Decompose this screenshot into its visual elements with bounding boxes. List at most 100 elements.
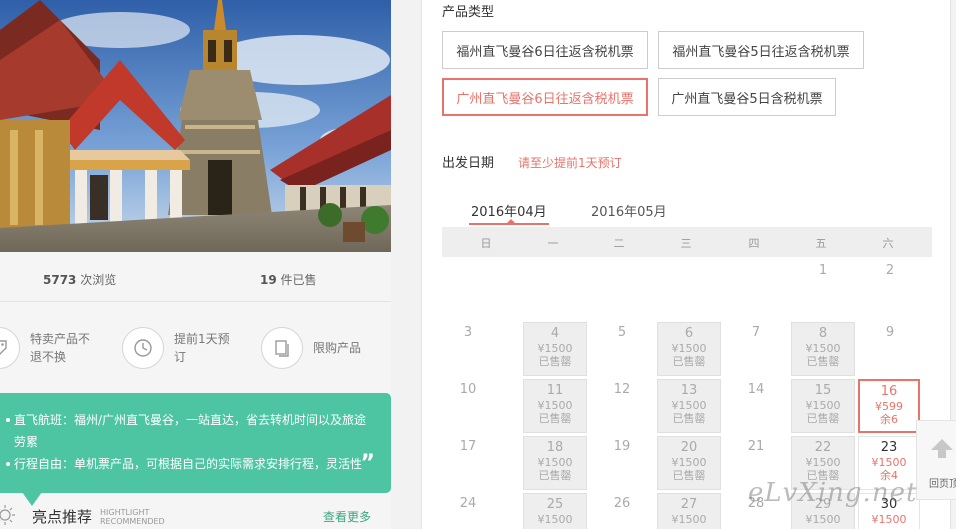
day-price: ¥1500 — [805, 342, 841, 355]
sun-icon — [0, 505, 15, 525]
product-type-title: 产品类型 — [442, 5, 495, 20]
day-price: ¥1500 — [671, 399, 707, 412]
active-month-underline — [469, 223, 549, 225]
weekday-header: 日 一 二 三 四 五 六 — [442, 227, 932, 257]
calendar-day-11: 11 ¥1500 已售罄 — [523, 379, 587, 433]
see-more-link[interactable]: 查看更多 — [323, 508, 371, 525]
day-stock: 已售罄 — [538, 469, 572, 482]
day-price: ¥599 — [875, 400, 903, 413]
sold-count-value: 19 — [260, 273, 277, 287]
calendar-day-6: 6 ¥1500 已售罄 — [657, 322, 721, 376]
highlight-title: 亮点推荐 — [32, 508, 93, 526]
feature-limited: 限购产品 — [261, 318, 391, 378]
calendar-day-17: 17 — [436, 436, 500, 490]
day-price: ¥1500 — [805, 513, 841, 526]
active-month-caret — [507, 219, 515, 223]
booking-note: 请至少提前1天预订 — [518, 156, 622, 170]
product-option-gz5[interactable]: 广州直飞曼谷5日含税机票 — [658, 78, 836, 116]
day-price: ¥1500 — [871, 456, 907, 469]
calendar-day-4: 4 ¥1500 已售罄 — [523, 322, 587, 376]
day-number: 18 — [546, 440, 564, 455]
highlight-item: 行程自由：单机票产品，可根据自己的实际需求安排行程，灵活性 — [6, 453, 367, 475]
back-to-top-button[interactable]: 回页顶 — [916, 420, 956, 500]
product-option-gz6[interactable]: 广州直飞曼谷6日往返含税机票 — [442, 78, 648, 116]
calendar-day-10: 10 — [436, 379, 500, 433]
view-count-value: 5773 — [43, 273, 77, 287]
highlight-subtitle-line1: HIGHTLIGHT — [100, 508, 150, 517]
day-number: 27 — [680, 497, 698, 512]
calendar-day-9: 9 — [858, 322, 922, 376]
calendar-day-26: 26 — [590, 493, 654, 529]
day-number: 17 — [459, 439, 477, 454]
day-stock: 已售罄 — [672, 469, 706, 482]
highlight-box: 直飞航班：福州/广州直飞曼谷，一站直达，省去转机时间以及旅途劳累 行程自由：单机… — [0, 393, 391, 493]
day-number: 7 — [751, 325, 761, 340]
sold-count-label: 件已售 — [280, 273, 317, 287]
calendar-day-2: 2 — [858, 260, 922, 314]
day-price: ¥1500 — [671, 513, 707, 526]
calendar-day-8: 8 ¥1500 已售罄 — [791, 322, 855, 376]
calendar-day-18: 18 ¥1500 已售罄 — [523, 436, 587, 490]
day-number: 10 — [459, 382, 477, 397]
day-number: 26 — [613, 496, 631, 511]
tab-month-april[interactable]: 2016年04月 — [471, 201, 547, 220]
day-number: 12 — [613, 382, 631, 397]
feature-no-return: 特卖产品不退不换 — [0, 318, 108, 378]
calendar-day-25: 25 ¥1500 — [523, 493, 587, 529]
day-number: 24 — [459, 496, 477, 511]
day-price: ¥1500 — [871, 513, 907, 526]
highlight-subtitle: HIGHTLIGHT RECOMMENDED — [100, 508, 165, 526]
day-number: 20 — [680, 440, 698, 455]
day-number: 16 — [880, 384, 898, 399]
calendar-day-24: 24 — [436, 493, 500, 529]
tag-icon — [0, 327, 20, 369]
calendar-day-27: 27 ¥1500 — [657, 493, 721, 529]
calendar-day-1: 1 — [791, 260, 855, 314]
day-stock: 已售罄 — [672, 412, 706, 425]
day-price: ¥1500 — [671, 456, 707, 469]
sold-count: 19 件已售 — [260, 271, 317, 288]
day-price: ¥1500 — [805, 399, 841, 412]
tab-month-may[interactable]: 2016年05月 — [591, 201, 667, 220]
calendar-day-13: 13 ¥1500 已售罄 — [657, 379, 721, 433]
highlight-footer: 亮点推荐 HIGHTLIGHT RECOMMENDED 查看更多 — [0, 500, 391, 529]
day-number: 5 — [617, 325, 627, 340]
day-number: 6 — [684, 326, 694, 341]
day-number: 13 — [680, 383, 698, 398]
pages-icon — [261, 327, 303, 369]
day-number: 3 — [463, 325, 473, 340]
product-option-fz5[interactable]: 福州直飞曼谷5日往返含税机票 — [658, 31, 864, 69]
calendar-day-20: 20 ¥1500 已售罄 — [657, 436, 721, 490]
calendar-day-16[interactable]: 16 ¥599 余6 — [858, 379, 920, 433]
day-number: 15 — [814, 383, 832, 398]
day-number: 21 — [747, 439, 765, 454]
calendar-day-15: 15 ¥1500 已售罄 — [791, 379, 855, 433]
arrow-up-icon — [931, 439, 953, 458]
highlight-subtitle-line2: RECOMMENDED — [100, 517, 165, 526]
feature-list: 特卖产品不退不换 提前1天预订 限购产品 — [0, 318, 391, 380]
weekday-label: 二 — [613, 237, 625, 250]
day-number: 19 — [613, 439, 631, 454]
stats-bar: 5773 次浏览 19 件已售 — [0, 252, 391, 302]
day-price: ¥1500 — [805, 456, 841, 469]
product-option-fz6[interactable]: 福州直飞曼谷6日往返含税机票 — [442, 31, 648, 69]
back-to-top-label: 回页顶 — [929, 479, 956, 490]
weekday-label: 三 — [680, 237, 692, 250]
weekday-label: 日 — [480, 237, 492, 250]
weekday-label: 四 — [748, 237, 760, 250]
departure-date-title: 出发日期 — [442, 156, 495, 171]
day-stock: 已售罄 — [806, 412, 840, 425]
view-count: 5773 次浏览 — [43, 271, 116, 288]
feature-label: 提前1天预订 — [174, 332, 230, 364]
day-number: 8 — [818, 326, 828, 341]
day-stock: 余6 — [880, 413, 898, 426]
day-stock: 已售罄 — [672, 355, 706, 368]
day-number: 1 — [818, 263, 828, 278]
product-photo — [0, 0, 391, 252]
temple-photo-image — [0, 0, 391, 252]
day-price: ¥1500 — [671, 342, 707, 355]
day-number: 2 — [885, 263, 895, 278]
calendar-day-12: 12 — [590, 379, 654, 433]
clock-icon — [122, 327, 164, 369]
day-number: 22 — [814, 440, 832, 455]
